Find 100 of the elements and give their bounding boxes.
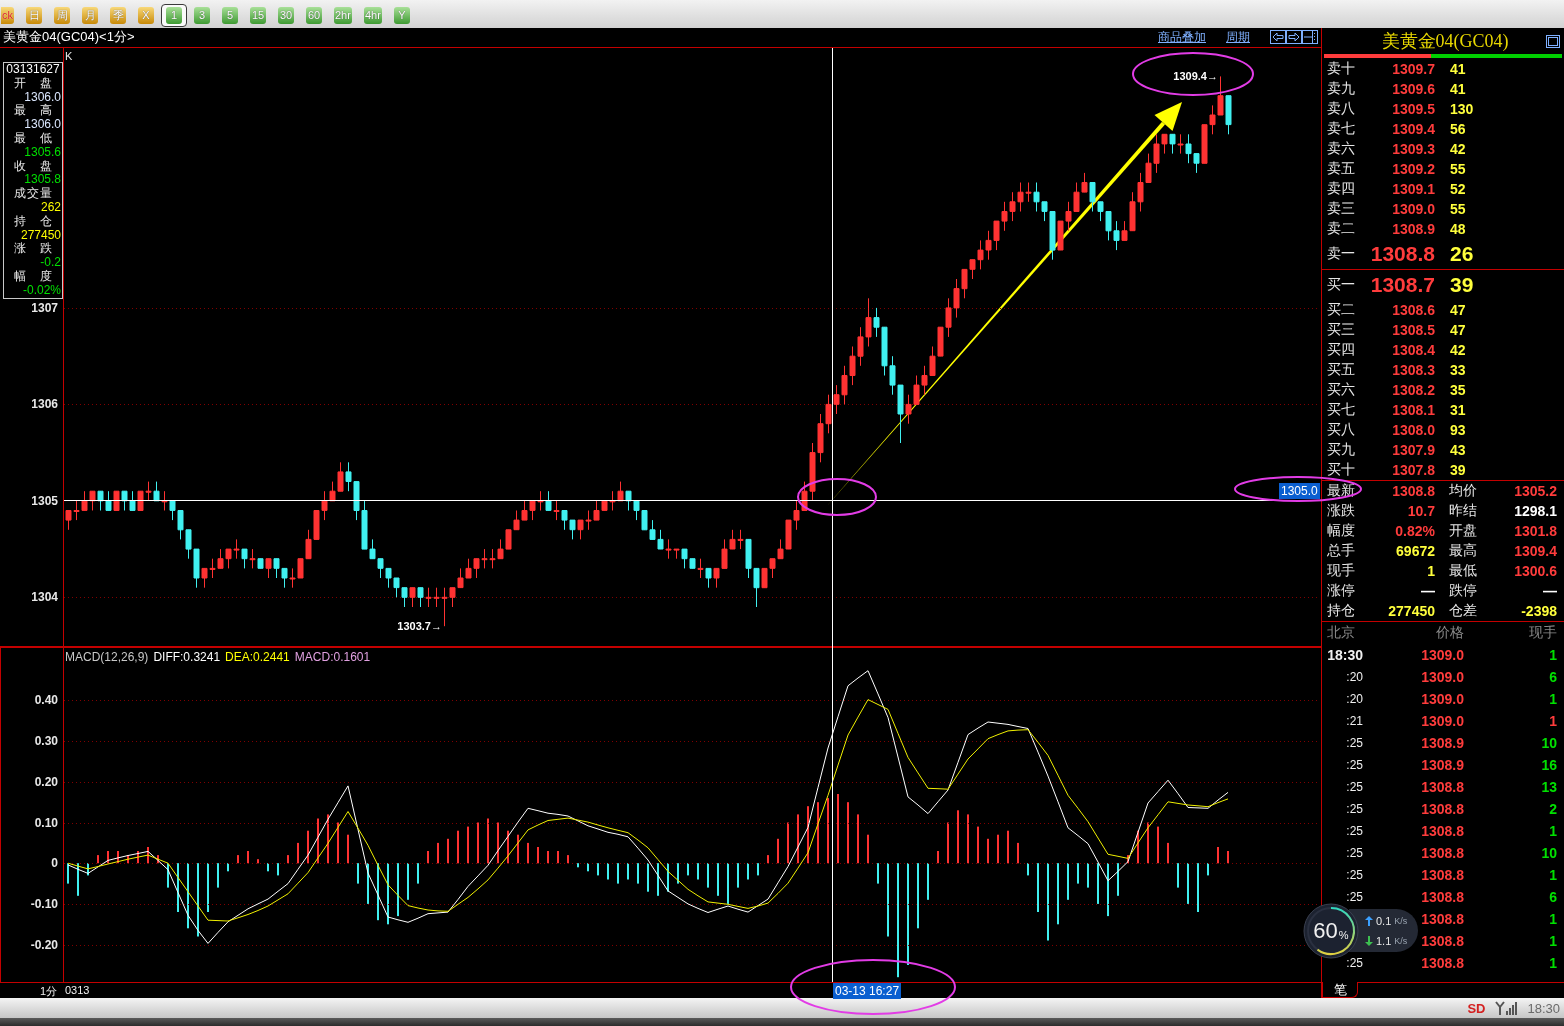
stat-value: 1301.8: [1513, 523, 1557, 539]
order-label: 买九: [1327, 441, 1356, 459]
stat-label: 持仓: [1327, 602, 1356, 620]
order-volume: 55: [1450, 161, 1467, 177]
indicator-axis-label: 0.40: [34, 693, 58, 708]
stat-value: 1: [1426, 563, 1435, 579]
tick-time: :25: [1345, 824, 1363, 838]
order-price: 1308.6: [1391, 302, 1435, 318]
order-price: 1308.8: [1369, 242, 1435, 266]
order-label: 买四: [1327, 341, 1356, 359]
price-axis-label: 1306: [31, 397, 58, 412]
order-price: 1309.0: [1391, 201, 1435, 217]
tick-volume: 6: [1548, 889, 1557, 905]
order-volume: 43: [1450, 442, 1467, 458]
order-price: 1307.8: [1391, 462, 1435, 478]
order-volume: 47: [1450, 302, 1467, 318]
order-label: 卖八: [1327, 100, 1356, 118]
stat-label: 幅度: [1327, 522, 1356, 540]
speed-unit: K/s: [1394, 915, 1408, 926]
info-label: 收盘: [13, 159, 53, 174]
stat-value: —: [1542, 583, 1557, 599]
tick-volume: 1: [1548, 647, 1557, 663]
series-label: K: [65, 50, 73, 62]
order-price: 1309.4: [1391, 121, 1435, 137]
tick-time: :25: [1345, 736, 1363, 750]
tick-time: :20: [1345, 692, 1363, 706]
order-label: 卖一: [1327, 245, 1356, 263]
info-value: 1306.0: [23, 90, 61, 104]
tick-volume: 1: [1548, 933, 1557, 949]
tick-time: :25: [1345, 890, 1363, 904]
order-price: 1309.7: [1391, 61, 1435, 77]
stat-label: 昨结: [1449, 502, 1478, 520]
order-price: 1307.9: [1391, 442, 1435, 458]
stat-value: 1300.6: [1513, 563, 1557, 579]
order-volume: 56: [1450, 121, 1467, 137]
order-price: 1309.2: [1391, 161, 1435, 177]
tick-price: 1309.0: [1420, 691, 1464, 707]
percent-sign: %: [1338, 929, 1349, 941]
tick-price: 1308.8: [1420, 823, 1464, 839]
order-volume: 39: [1450, 462, 1467, 478]
stat-label: 涨停: [1327, 582, 1356, 600]
tick-volume: 10: [1540, 845, 1557, 861]
stat-label: 总手: [1327, 542, 1356, 560]
order-volume: 52: [1450, 181, 1467, 197]
info-value: 1305.6: [23, 145, 61, 160]
order-price: 1309.6: [1391, 81, 1435, 97]
order-price: 1308.2: [1391, 382, 1435, 398]
order-label: 买二: [1327, 301, 1356, 319]
order-label: 卖二: [1327, 220, 1356, 238]
stat-value: 69672: [1395, 543, 1435, 559]
order-label: 买八: [1327, 421, 1356, 439]
tick-time: :25: [1345, 802, 1363, 816]
order-volume: 42: [1450, 342, 1467, 358]
order-volume: 130: [1450, 101, 1475, 117]
stat-value: 1308.8: [1391, 483, 1435, 499]
indicator-value: DIFF:0.3241: [153, 650, 221, 664]
info-label: 最低: [13, 132, 53, 146]
info-value: 262: [39, 200, 61, 215]
order-price: 1308.9: [1391, 221, 1435, 237]
indicator-axis-label: 0.30: [34, 734, 58, 749]
order-label: 买三: [1327, 321, 1356, 339]
order-volume: 48: [1450, 221, 1467, 237]
tick-price: 1309.0: [1420, 669, 1464, 685]
indicator-name: MACD(12,26,9): [65, 650, 149, 664]
tick-time: :20: [1345, 670, 1363, 684]
upload-speed: 0.1: [1376, 914, 1392, 927]
tick-time: :25: [1345, 780, 1363, 794]
stat-value: -2398: [1520, 603, 1557, 619]
order-volume: 41: [1450, 61, 1467, 77]
stat-value: 1305.2: [1513, 483, 1557, 499]
tick-volume: 2: [1548, 801, 1557, 817]
info-value: 1305.8: [23, 173, 61, 187]
tick-time: :25: [1345, 846, 1363, 860]
order-volume: 39: [1450, 273, 1475, 297]
extreme-price-label: 1309.4→: [1173, 70, 1218, 83]
price-axis-label: 1307: [31, 300, 58, 315]
tick-volume: 1: [1548, 691, 1557, 707]
tick-price: 1308.8: [1420, 867, 1464, 883]
tick-price: 1309.0: [1420, 713, 1464, 729]
info-label: 持仓: [13, 214, 53, 229]
indicator-axis-label: -0.10: [30, 896, 58, 911]
period-label: 1分: [40, 984, 58, 999]
stat-label: 最低: [1449, 562, 1478, 580]
order-volume: 42: [1450, 141, 1467, 157]
stat-label: 最高: [1449, 542, 1478, 560]
quote-title: 美黄金04(GC04): [1380, 30, 1510, 53]
stat-label: 均价: [1449, 482, 1478, 500]
tick-price: 1308.8: [1420, 845, 1464, 861]
order-label: 卖六: [1327, 140, 1356, 158]
crosshair-time-tag: 03-13 16:27: [833, 983, 902, 999]
order-price: 1308.1: [1391, 402, 1435, 418]
stat-value: 1298.1: [1513, 503, 1557, 519]
order-volume: 41: [1450, 81, 1467, 97]
tick-volume: 16: [1540, 757, 1557, 773]
status-clock: 18:30: [1527, 1000, 1560, 1016]
tick-volume: 1: [1548, 911, 1557, 927]
stat-label: 仓差: [1449, 602, 1478, 620]
order-price: 1308.5: [1391, 322, 1435, 338]
tick-volume: 1: [1548, 955, 1557, 971]
tick-price: 1308.8: [1420, 779, 1464, 795]
